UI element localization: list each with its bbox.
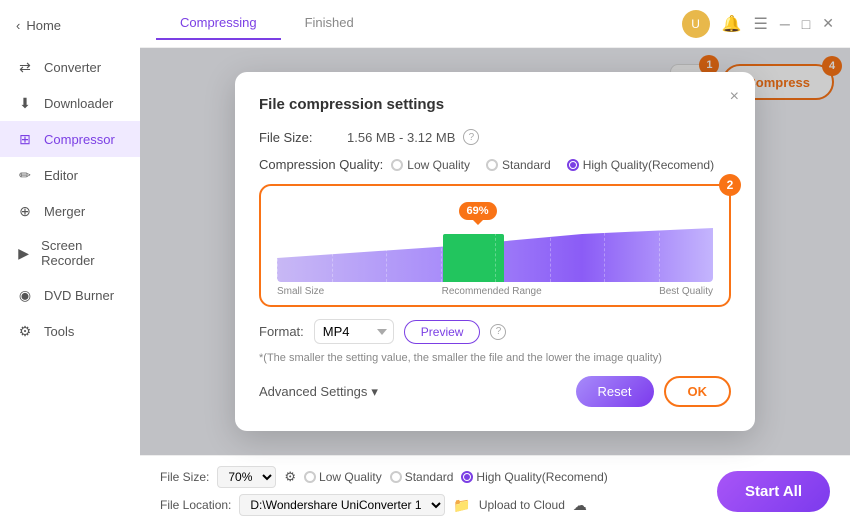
bottom-bar: File Size: 70% ⚙ Low Quality Standard Hi… bbox=[140, 455, 850, 526]
format-label: Format: bbox=[259, 324, 304, 339]
step2-badge: 2 bbox=[719, 174, 741, 196]
bottom-file-size-label: File Size: bbox=[160, 470, 209, 484]
file-size-row: File Size: 1.56 MB - 3.12 MB ? bbox=[259, 129, 731, 145]
file-size-bar-row: File Size: 70% ⚙ Low Quality Standard Hi… bbox=[160, 466, 608, 488]
file-size-percent-select[interactable]: 70% bbox=[217, 466, 276, 488]
topbar-tabs: Compressing Finished bbox=[156, 7, 378, 40]
settings-small-icon[interactable]: ⚙ bbox=[284, 469, 296, 485]
chart-area: 69% bbox=[277, 202, 713, 282]
sidebar-label-merger: Merger bbox=[44, 204, 85, 219]
tab-finished[interactable]: Finished bbox=[281, 7, 378, 40]
file-location-row: File Location: D:\Wondershare UniConvert… bbox=[160, 494, 608, 516]
compression-settings-modal: File compression settings × File Size: 1… bbox=[235, 72, 755, 431]
sidebar-label-screen-recorder: Screen Recorder bbox=[41, 238, 124, 268]
chart-label-right: Best Quality bbox=[659, 286, 713, 297]
ok-button[interactable]: OK bbox=[664, 376, 732, 407]
quality-radio-high-bottom[interactable]: High Quality(Recomend) bbox=[461, 470, 607, 484]
preview-button[interactable]: Preview bbox=[404, 320, 481, 344]
quality-option-standard[interactable]: Standard bbox=[486, 158, 551, 172]
chart-tooltip: 69% bbox=[459, 202, 497, 220]
hint-text: *(The smaller the setting value, the sma… bbox=[259, 352, 731, 364]
downloader-icon: ⬇ bbox=[16, 94, 34, 112]
compression-quality-label: Compression Quality: bbox=[259, 157, 383, 172]
sidebar-item-downloader[interactable]: ⬇ Downloader bbox=[0, 85, 140, 121]
editor-icon: ✏ bbox=[16, 166, 34, 184]
sidebar-item-converter[interactable]: ⇄ Converter bbox=[0, 49, 140, 85]
back-button[interactable]: ‹ Home bbox=[0, 10, 140, 41]
format-select[interactable]: MP4 AVI MOV MKV bbox=[314, 319, 394, 344]
sidebar-item-compressor[interactable]: ⊞ Compressor bbox=[0, 121, 140, 157]
cloud-icon[interactable]: ☁ bbox=[573, 497, 587, 514]
sidebar-label-downloader: Downloader bbox=[44, 96, 113, 111]
sidebar-label-editor: Editor bbox=[44, 168, 78, 183]
close-icon[interactable]: ✕ bbox=[822, 15, 834, 32]
back-arrow-icon: ‹ bbox=[16, 18, 20, 33]
quality-radio-low[interactable] bbox=[391, 159, 403, 171]
file-size-value: 1.56 MB - 3.12 MB bbox=[347, 130, 455, 145]
sidebar: ‹ Home ⇄ Converter ⬇ Downloader ⊞ Compre… bbox=[0, 0, 140, 526]
modal-footer: Advanced Settings ▾ Reset OK bbox=[259, 376, 731, 407]
content-area: ⚙ 1 Compress 4 File compression settings… bbox=[140, 48, 850, 455]
user-avatar[interactable]: U bbox=[682, 10, 710, 38]
dvd-burner-icon: ◉ bbox=[16, 286, 34, 304]
menu-icon[interactable]: ☰ bbox=[754, 14, 768, 34]
screen-recorder-icon: ▶ bbox=[16, 244, 31, 262]
quality-radio-standard-bottom[interactable]: Standard bbox=[390, 470, 454, 484]
advanced-settings-link[interactable]: Advanced Settings ▾ bbox=[259, 384, 378, 400]
back-label: Home bbox=[26, 18, 61, 33]
sidebar-item-merger[interactable]: ⊕ Merger bbox=[0, 193, 140, 229]
modal-close-button[interactable]: × bbox=[730, 88, 739, 106]
tools-icon: ⚙ bbox=[16, 322, 34, 340]
converter-icon: ⇄ bbox=[16, 58, 34, 76]
notification-icon[interactable]: 🔔 bbox=[722, 14, 742, 34]
sidebar-label-converter: Converter bbox=[44, 60, 101, 75]
sidebar-label-dvd-burner: DVD Burner bbox=[44, 288, 114, 303]
modal-footer-buttons: Reset OK bbox=[576, 376, 731, 407]
sidebar-label-tools: Tools bbox=[44, 324, 74, 339]
sidebar-item-dvd-burner[interactable]: ◉ DVD Burner bbox=[0, 277, 140, 313]
file-size-label: File Size: bbox=[259, 130, 339, 145]
sidebar-item-editor[interactable]: ✏ Editor bbox=[0, 157, 140, 193]
start-all-button[interactable]: Start All bbox=[717, 471, 830, 512]
chart-label-center: Recommended Range bbox=[442, 286, 542, 297]
merger-icon: ⊕ bbox=[16, 202, 34, 220]
format-row: Format: MP4 AVI MOV MKV Preview ? bbox=[259, 319, 731, 344]
chevron-down-icon: ▾ bbox=[371, 384, 378, 400]
minimize-icon[interactable]: ─ bbox=[780, 16, 790, 32]
quality-radio-high[interactable] bbox=[567, 159, 579, 171]
reset-button[interactable]: Reset bbox=[576, 376, 654, 407]
file-location-select[interactable]: D:\Wondershare UniConverter 1 bbox=[239, 494, 445, 516]
modal-title: File compression settings bbox=[259, 96, 731, 113]
chart-label-left: Small Size bbox=[277, 286, 324, 297]
tab-compressing[interactable]: Compressing bbox=[156, 7, 281, 40]
main-content: Compressing Finished U 🔔 ☰ ─ □ ✕ ⚙ 1 Com… bbox=[140, 0, 850, 526]
quality-radio-low-bottom[interactable]: Low Quality bbox=[304, 470, 382, 484]
compressor-icon: ⊞ bbox=[16, 130, 34, 148]
folder-icon[interactable]: 📁 bbox=[453, 497, 470, 514]
quality-option-low[interactable]: Low Quality bbox=[391, 158, 470, 172]
topbar: Compressing Finished U 🔔 ☰ ─ □ ✕ bbox=[140, 0, 850, 48]
quality-options: Low Quality Standard High Quality(Recome… bbox=[391, 158, 714, 172]
preview-info-icon[interactable]: ? bbox=[490, 324, 506, 340]
sidebar-label-compressor: Compressor bbox=[44, 132, 115, 147]
upload-cloud-label: Upload to Cloud bbox=[479, 498, 565, 512]
file-location-label: File Location: bbox=[160, 498, 231, 512]
quality-option-high[interactable]: High Quality(Recomend) bbox=[567, 158, 714, 172]
compression-chart[interactable]: 2 69% bbox=[259, 184, 731, 307]
sidebar-item-screen-recorder[interactable]: ▶ Screen Recorder bbox=[0, 229, 140, 277]
file-size-info-icon[interactable]: ? bbox=[463, 129, 479, 145]
sidebar-item-tools[interactable]: ⚙ Tools bbox=[0, 313, 140, 349]
compression-quality-row: Compression Quality: Low Quality Standar… bbox=[259, 157, 731, 172]
bottom-bar-left: File Size: 70% ⚙ Low Quality Standard Hi… bbox=[160, 466, 608, 516]
quality-radio-standard[interactable] bbox=[486, 159, 498, 171]
topbar-icons: U 🔔 ☰ ─ □ ✕ bbox=[682, 10, 834, 38]
maximize-icon[interactable]: □ bbox=[802, 16, 810, 32]
modal-overlay: File compression settings × File Size: 1… bbox=[140, 48, 850, 455]
chart-labels: Small Size Recommended Range Best Qualit… bbox=[277, 286, 713, 297]
